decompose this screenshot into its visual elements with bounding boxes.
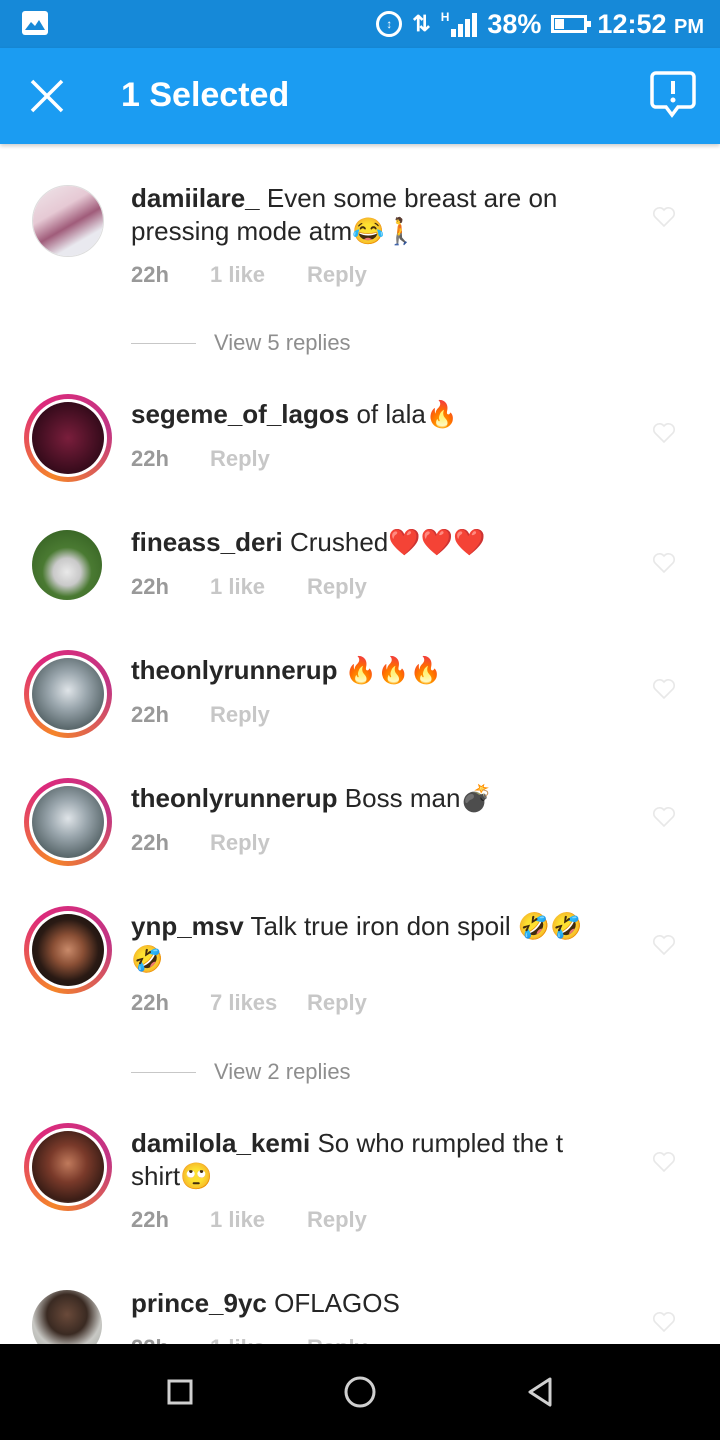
comment-text: fineass_deri Crushed❤️❤️❤️ — [131, 526, 601, 559]
close-icon[interactable] — [26, 75, 68, 117]
comment-meta: 22h 7 likes Reply — [131, 990, 367, 1016]
view-replies-label: View 2 replies — [214, 1059, 351, 1084]
reply-button[interactable]: Reply — [210, 830, 270, 856]
avatar[interactable] — [24, 394, 112, 482]
like-heart-icon[interactable] — [652, 678, 676, 700]
comment-text: segeme_of_lagos of lala🔥 — [131, 398, 601, 431]
back-triangle-icon[interactable] — [522, 1374, 558, 1410]
signal-icon — [451, 11, 478, 37]
comment-text: ynp_msv Talk true iron don spoil 🤣🤣🤣 — [131, 910, 601, 976]
comment-meta: 22h 1 like Reply — [131, 574, 367, 600]
report-icon[interactable] — [650, 70, 696, 120]
avatar[interactable] — [32, 185, 104, 257]
clock: 12:52 PM — [597, 9, 704, 40]
comment-body: OFLAGOS — [274, 1288, 400, 1318]
comment-username[interactable]: ynp_msv — [131, 911, 244, 941]
comment-likes[interactable]: 1 like — [210, 1207, 307, 1233]
like-heart-icon[interactable] — [652, 552, 676, 574]
like-heart-icon[interactable] — [652, 1311, 676, 1333]
avatar[interactable] — [24, 778, 112, 866]
comment-meta: 22h Reply — [131, 702, 270, 728]
comment-body: of lala🔥 — [356, 399, 459, 429]
comment-meta: 22h 1 like Reply — [131, 262, 367, 288]
comment-likes[interactable]: 1 like — [210, 262, 307, 288]
battery-percent: 38% — [487, 8, 542, 39]
comment-meta: 22h Reply — [131, 446, 270, 472]
comment-text: prince_9yc OFLAGOS — [131, 1287, 601, 1320]
status-bar: ↕ ⇅ H 38% 12:52 PM — [0, 0, 720, 48]
recents-square-icon[interactable] — [162, 1374, 198, 1410]
home-circle-icon[interactable] — [342, 1374, 378, 1410]
comment-username[interactable]: segeme_of_lagos — [131, 399, 349, 429]
avatar[interactable] — [24, 650, 112, 738]
comment-username[interactable]: prince_9yc — [131, 1288, 267, 1318]
comment-likes[interactable]: 7 likes — [210, 990, 307, 1016]
like-heart-icon[interactable] — [652, 422, 676, 444]
reply-button[interactable]: Reply — [307, 262, 367, 288]
avatar[interactable] — [24, 906, 112, 994]
view-replies-button[interactable]: View 5 replies — [131, 330, 351, 356]
like-heart-icon[interactable] — [652, 206, 676, 228]
reply-button[interactable]: Reply — [307, 574, 367, 600]
comment-meta: 22h 1 like Reply — [131, 1335, 367, 1344]
comment-username[interactable]: theonlyrunnerup — [131, 655, 338, 685]
comment-time: 22h — [131, 1335, 210, 1344]
comment-time: 22h — [131, 574, 169, 599]
divider-line — [131, 1071, 196, 1073]
comment-meta: 22h 1 like Reply — [131, 1207, 367, 1233]
comment-username[interactable]: damiilare_ — [131, 183, 260, 213]
reply-button[interactable]: Reply — [210, 702, 270, 728]
like-heart-icon[interactable] — [652, 934, 676, 956]
comment-text: damiilare_ Even some breast are on press… — [131, 182, 601, 248]
comment-username[interactable]: damilola_kemi — [131, 1128, 310, 1158]
comment-meta: 22h Reply — [131, 830, 270, 856]
image-notification-icon — [22, 11, 48, 35]
network-type: H — [440, 10, 450, 24]
data-arrows-icon: ⇅ — [412, 11, 431, 36]
avatar[interactable] — [32, 530, 104, 602]
like-heart-icon[interactable] — [652, 806, 676, 828]
view-replies-label: View 5 replies — [214, 330, 351, 355]
comment-time: 22h — [131, 702, 169, 727]
comment-username[interactable]: fineass_deri — [131, 527, 283, 557]
comment-body: Crushed❤️❤️❤️ — [289, 527, 486, 557]
comment-time: 22h — [131, 262, 169, 287]
comment-time: 22h — [131, 1207, 169, 1232]
avatar[interactable] — [24, 1123, 112, 1211]
clock-time: 12:52 — [597, 8, 667, 39]
comment-time: 22h — [131, 446, 169, 471]
divider-line — [131, 342, 196, 344]
clock-ampm: PM — [674, 15, 704, 38]
reply-button[interactable]: Reply — [307, 990, 367, 1016]
comment-body: 🔥🔥🔥 — [344, 655, 442, 685]
avatar[interactable] — [32, 1290, 104, 1344]
comment-time: 22h — [131, 990, 169, 1015]
battery-icon — [551, 15, 592, 33]
comment-body: Boss man💣 — [344, 783, 493, 813]
reply-button[interactable]: Reply — [307, 1207, 367, 1233]
like-heart-icon[interactable] — [652, 1151, 676, 1173]
data-saver-icon: ↕ — [376, 11, 403, 37]
system-nav-bar — [0, 1344, 720, 1440]
comment-likes[interactable]: 1 like — [210, 574, 307, 600]
comment-text: theonlyrunnerup Boss man💣 — [131, 782, 601, 815]
reply-button[interactable]: Reply — [307, 1335, 367, 1344]
comment-text: damilola_kemi So who rumpled the t shirt… — [131, 1127, 601, 1193]
comment-list[interactable]: damiilare_ Even some breast are on press… — [0, 144, 720, 1344]
selection-app-bar: 1 Selected — [0, 48, 720, 144]
comment-time: 22h — [131, 830, 169, 855]
comment-likes[interactable]: 1 like — [210, 1335, 307, 1344]
comment-text: theonlyrunnerup 🔥🔥🔥 — [131, 654, 601, 687]
view-replies-button[interactable]: View 2 replies — [131, 1059, 351, 1085]
comment-username[interactable]: theonlyrunnerup — [131, 783, 338, 813]
selection-title: 1 Selected — [121, 76, 290, 114]
reply-button[interactable]: Reply — [210, 446, 270, 472]
